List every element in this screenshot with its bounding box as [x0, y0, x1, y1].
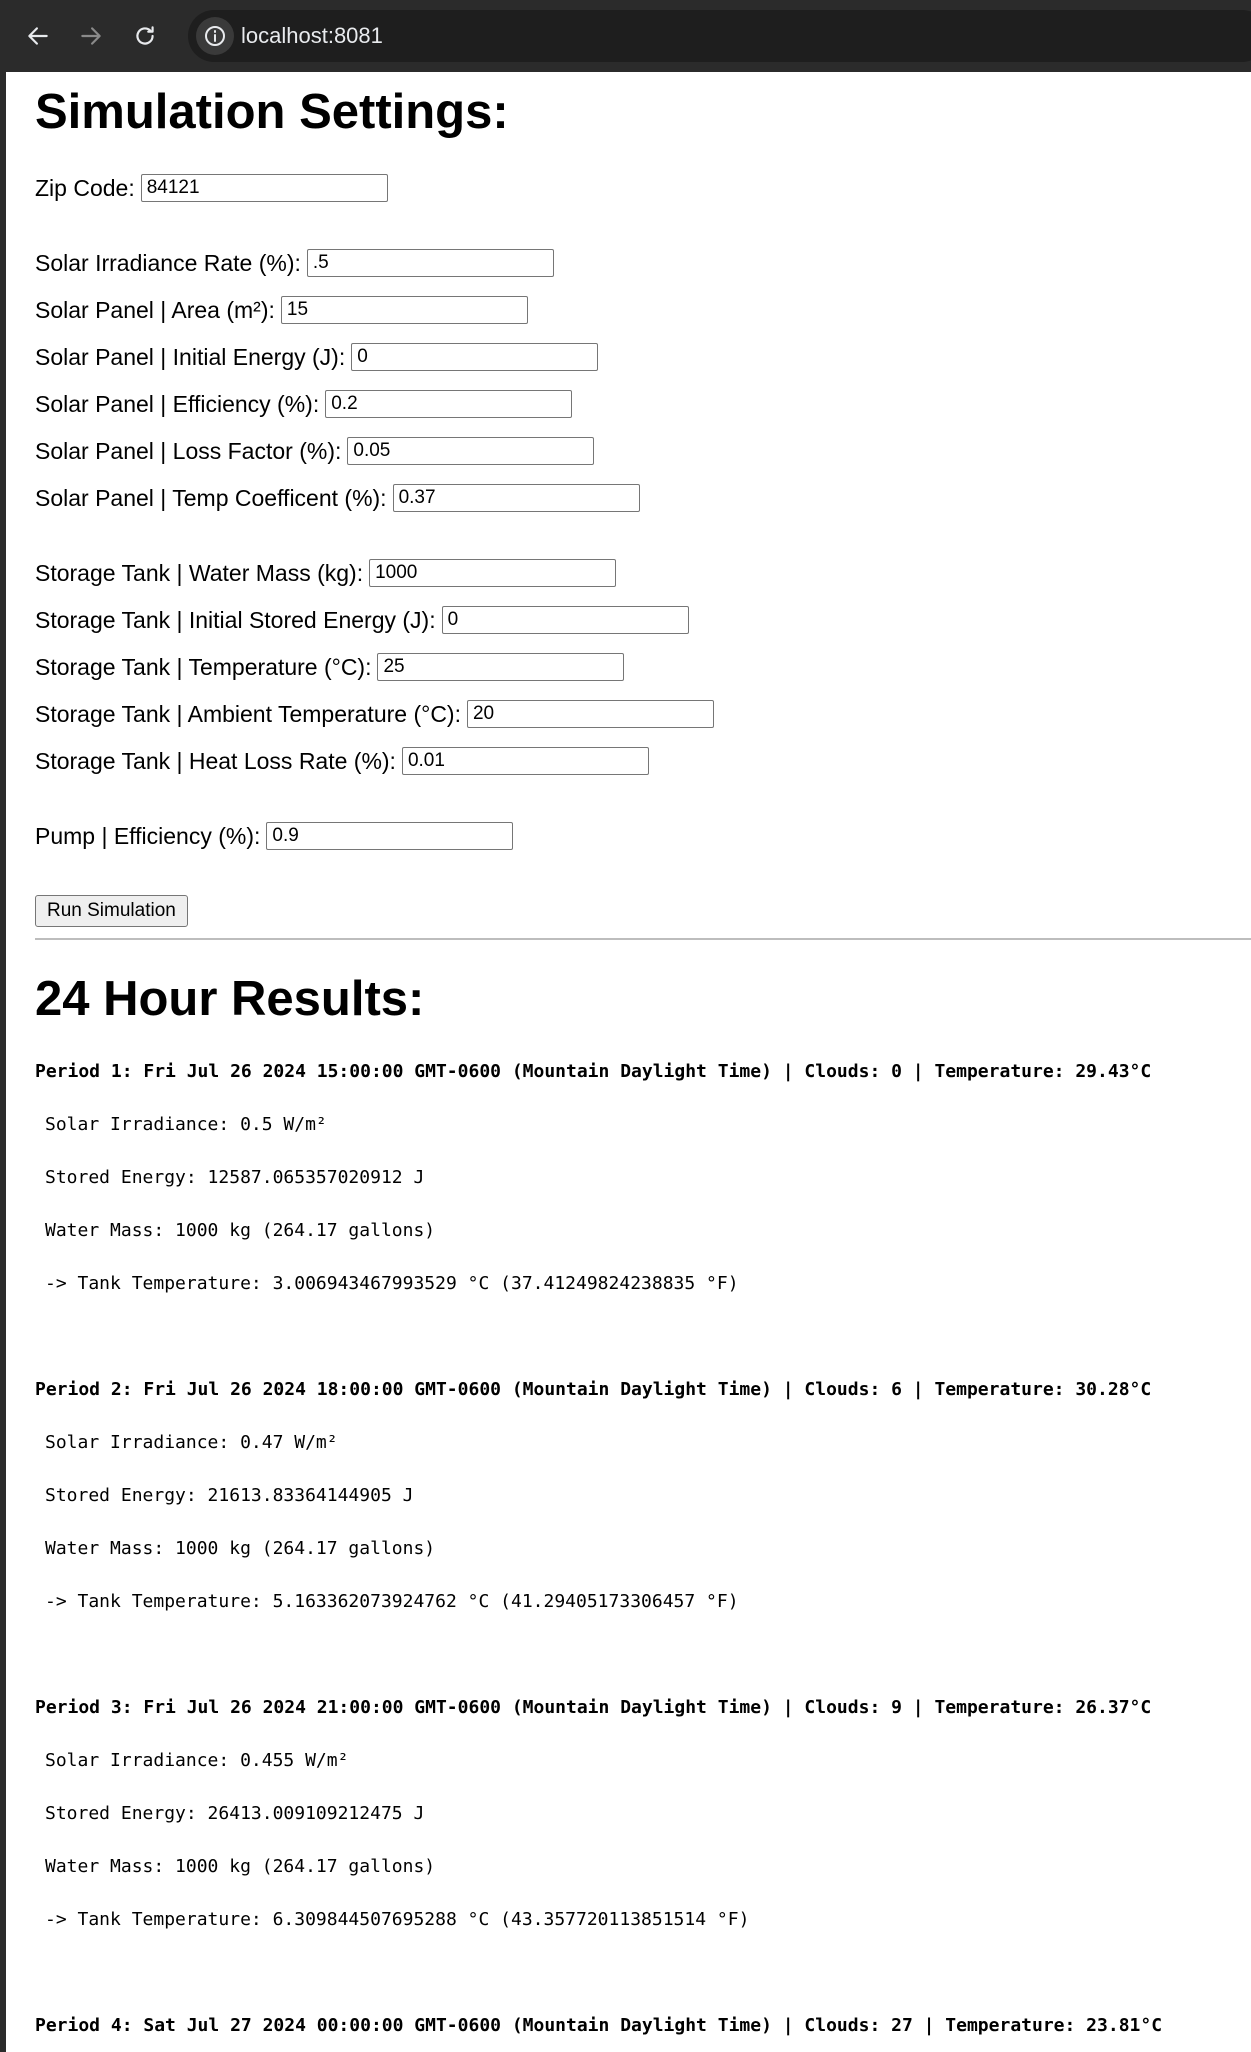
settings-title: Simulation Settings: [35, 85, 509, 139]
panel-loss-factor-input[interactable] [347, 437, 595, 465]
arrow-left-icon [28, 27, 48, 45]
panel-loss-factor-label: Solar Panel | Loss Factor (%): [35, 437, 342, 464]
water-mass-line: Water Mass: 1000 kg (264.17 gallons) [45, 1856, 436, 1877]
period-header: Period 1: Fri Jul 26 2024 15:00:00 GMT-0… [35, 1061, 1152, 1082]
tank-ambient-temperature-label: Storage Tank | Ambient Temperature (°C): [35, 700, 461, 727]
panel-efficiency-input[interactable] [325, 390, 573, 418]
water-mass-line: Water Mass: 1000 kg (264.17 gallons) [45, 1538, 436, 1559]
panel-area-row: Solar Panel | Area (m²): [35, 294, 528, 326]
pump-efficiency-row: Pump | Efficiency (%): [35, 820, 514, 852]
window-edge [0, 72, 6, 2052]
pump-efficiency-label: Pump | Efficiency (%): [35, 822, 261, 849]
run-simulation-button[interactable]: Run Simulation [35, 895, 188, 927]
panel-temp-coefficient-row: Solar Panel | Temp Coefficent (%): [35, 482, 640, 514]
url-text[interactable]: localhost:8081 [241, 23, 383, 49]
stored-energy-line: Stored Energy: 21613.83364144905 J [45, 1485, 414, 1506]
solar-irradiance-label: Solar Irradiance Rate (%): [35, 249, 301, 276]
tank-ambient-temperature-row: Storage Tank | Ambient Temperature (°C): [35, 698, 714, 730]
tank-initial-energy-label: Storage Tank | Initial Stored Energy (J)… [35, 606, 436, 633]
stored-energy-line: Stored Energy: 26413.009109212475 J [45, 1803, 425, 1824]
browser-toolbar: localhost:8081 [0, 0, 1251, 72]
back-button[interactable] [16, 14, 60, 58]
solar-irradiance-line: Solar Irradiance: 0.47 W/m² [45, 1432, 338, 1453]
zip-label: Zip Code: [35, 174, 135, 201]
panel-temp-coefficient-label: Solar Panel | Temp Coefficent (%): [35, 484, 387, 511]
tank-heat-loss-rate-row: Storage Tank | Heat Loss Rate (%): [35, 745, 649, 777]
reload-button[interactable] [123, 14, 167, 58]
panel-efficiency-row: Solar Panel | Efficiency (%): [35, 388, 573, 420]
panel-loss-factor-row: Solar Panel | Loss Factor (%): [35, 435, 595, 467]
site-info-button[interactable] [196, 17, 234, 55]
panel-initial-energy-row: Solar Panel | Initial Energy (J): [35, 341, 599, 373]
solar-irradiance-line: Solar Irradiance: 0.455 W/m² [45, 1750, 349, 1771]
period-header: Period 4: Sat Jul 27 2024 00:00:00 GMT-0… [35, 2015, 1163, 2036]
tank-temperature-line: -> Tank Temperature: 6.309844507695288 °… [45, 1909, 750, 1930]
tank-temperature-input[interactable] [377, 653, 625, 681]
zip-input[interactable] [140, 174, 388, 202]
tank-initial-energy-input[interactable] [441, 606, 689, 634]
tank-temperature-label: Storage Tank | Temperature (°C): [35, 653, 372, 680]
tank-temperature-row: Storage Tank | Temperature (°C): [35, 651, 625, 683]
reload-icon [136, 26, 154, 45]
results-title: 24 Hour Results: [35, 972, 425, 1026]
zip-row: Zip Code: [35, 172, 388, 204]
panel-initial-energy-input[interactable] [351, 343, 599, 371]
forward-button[interactable] [69, 14, 113, 58]
tank-heat-loss-rate-label: Storage Tank | Heat Loss Rate (%): [35, 747, 396, 774]
tank-temperature-line: -> Tank Temperature: 3.006943467993529 °… [45, 1273, 739, 1294]
panel-area-label: Solar Panel | Area (m²): [35, 296, 275, 323]
solar-irradiance-input[interactable] [306, 249, 554, 277]
tank-water-mass-input[interactable] [369, 559, 617, 587]
panel-initial-energy-label: Solar Panel | Initial Energy (J): [35, 343, 346, 370]
arrow-right-icon [81, 27, 101, 45]
tank-temperature-line: -> Tank Temperature: 5.163362073924762 °… [45, 1591, 739, 1612]
tank-ambient-temperature-input[interactable] [466, 700, 714, 728]
tank-water-mass-row: Storage Tank | Water Mass (kg): [35, 557, 617, 589]
panel-temp-coefficient-input[interactable] [392, 484, 640, 512]
water-mass-line: Water Mass: 1000 kg (264.17 gallons) [45, 1220, 436, 1241]
pump-efficiency-input[interactable] [266, 822, 514, 850]
panel-area-input[interactable] [280, 296, 528, 324]
tank-heat-loss-rate-input[interactable] [401, 747, 649, 775]
stored-energy-line: Stored Energy: 12587.065357020912 J [45, 1167, 425, 1188]
section-divider [35, 938, 1251, 940]
tank-initial-energy-row: Storage Tank | Initial Stored Energy (J)… [35, 604, 689, 636]
address-bar[interactable]: localhost:8081 [188, 10, 1251, 62]
info-icon [205, 26, 225, 46]
panel-efficiency-label: Solar Panel | Efficiency (%): [35, 390, 320, 417]
period-header: Period 2: Fri Jul 26 2024 18:00:00 GMT-0… [35, 1379, 1152, 1400]
solar-irradiance-row: Solar Irradiance Rate (%): [35, 247, 554, 279]
tank-water-mass-label: Storage Tank | Water Mass (kg): [35, 559, 364, 586]
period-header: Period 3: Fri Jul 26 2024 21:00:00 GMT-0… [35, 1697, 1152, 1718]
solar-irradiance-line: Solar Irradiance: 0.5 W/m² [45, 1114, 327, 1135]
